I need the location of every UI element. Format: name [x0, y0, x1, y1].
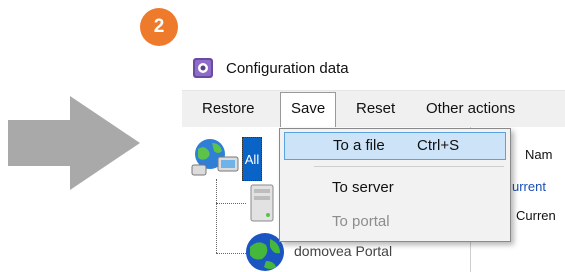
save-to-file-label: To a file — [333, 137, 385, 154]
tree-item-all[interactable]: All — [242, 137, 262, 181]
save-to-file-item[interactable]: To a file Ctrl+S — [284, 132, 506, 160]
menu-separator — [314, 166, 504, 167]
menu-bar: Restore Save Reset Other actions — [182, 90, 565, 127]
save-to-server-item[interactable]: To server — [284, 174, 506, 202]
save-dropdown-menu: To a file Ctrl+S To server To portal — [279, 128, 511, 242]
step-badge: 2 — [140, 8, 178, 46]
configuration-app-icon — [193, 58, 213, 78]
window-title: Configuration data — [226, 59, 349, 77]
detail-row-current-2[interactable]: Curren — [516, 208, 556, 223]
menu-restore[interactable]: Restore — [192, 92, 265, 125]
menu-save[interactable]: Save — [280, 92, 337, 127]
save-to-file-shortcut: Ctrl+S — [417, 137, 460, 154]
menu-reset[interactable]: Reset — [346, 92, 405, 125]
save-to-portal-item: To portal — [284, 208, 506, 236]
save-to-server-label: To server — [332, 179, 394, 196]
tree-item-portal[interactable]: domovea Portal — [294, 243, 392, 259]
right-arrow-icon — [8, 96, 140, 190]
menu-other-actions[interactable]: Other actions — [416, 92, 525, 125]
server-icon — [250, 184, 274, 222]
network-globe-icon — [191, 139, 239, 176]
column-header-name[interactable]: Nam — [525, 147, 552, 162]
detail-row-current-1[interactable]: urrent — [512, 179, 546, 194]
title-bar: Configuration data — [182, 46, 565, 90]
save-to-portal-label: To portal — [332, 213, 390, 230]
